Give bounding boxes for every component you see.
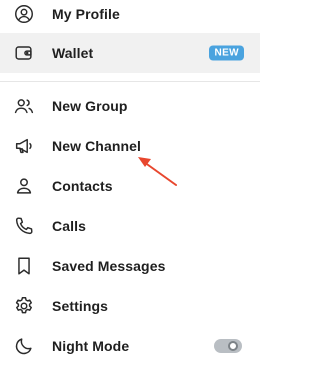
moon-icon xyxy=(12,334,36,358)
menu-item-calls[interactable]: Calls xyxy=(0,206,260,246)
menu-item-label: New Channel xyxy=(52,138,142,154)
menu-item-label: Calls xyxy=(52,218,86,234)
menu-item-new-group[interactable]: New Group xyxy=(0,86,260,126)
menu-item-label: Night Mode xyxy=(52,338,130,354)
wallet-icon xyxy=(12,41,36,65)
menu-item-new-channel[interactable]: New Channel xyxy=(0,126,260,166)
menu-item-label: Settings xyxy=(52,298,109,314)
menu-item-night-mode[interactable]: Night Mode xyxy=(0,326,260,366)
bookmark-icon xyxy=(12,254,36,278)
menu-item-saved-messages[interactable]: Saved Messages xyxy=(0,246,260,286)
megaphone-icon xyxy=(12,134,36,158)
new-badge: NEW xyxy=(209,45,244,61)
user-circle-icon xyxy=(12,2,36,26)
gear-icon xyxy=(12,294,36,318)
menu-item-wallet[interactable]: Wallet NEW xyxy=(0,33,260,73)
person-icon xyxy=(12,174,36,198)
night-mode-toggle[interactable] xyxy=(214,339,242,353)
phone-icon xyxy=(12,214,36,238)
menu-item-my-profile[interactable]: My Profile xyxy=(0,0,260,34)
menu-item-contacts[interactable]: Contacts xyxy=(0,166,260,206)
group-icon xyxy=(12,94,36,118)
menu-item-label: New Group xyxy=(52,98,128,114)
menu-item-label: Saved Messages xyxy=(52,258,166,274)
menu-item-label: Contacts xyxy=(52,178,113,194)
menu-item-label: Wallet xyxy=(52,45,94,61)
menu-item-label: My Profile xyxy=(52,6,120,22)
menu-item-settings[interactable]: Settings xyxy=(0,286,260,326)
menu-divider xyxy=(0,81,260,82)
toggle-knob xyxy=(228,341,238,351)
